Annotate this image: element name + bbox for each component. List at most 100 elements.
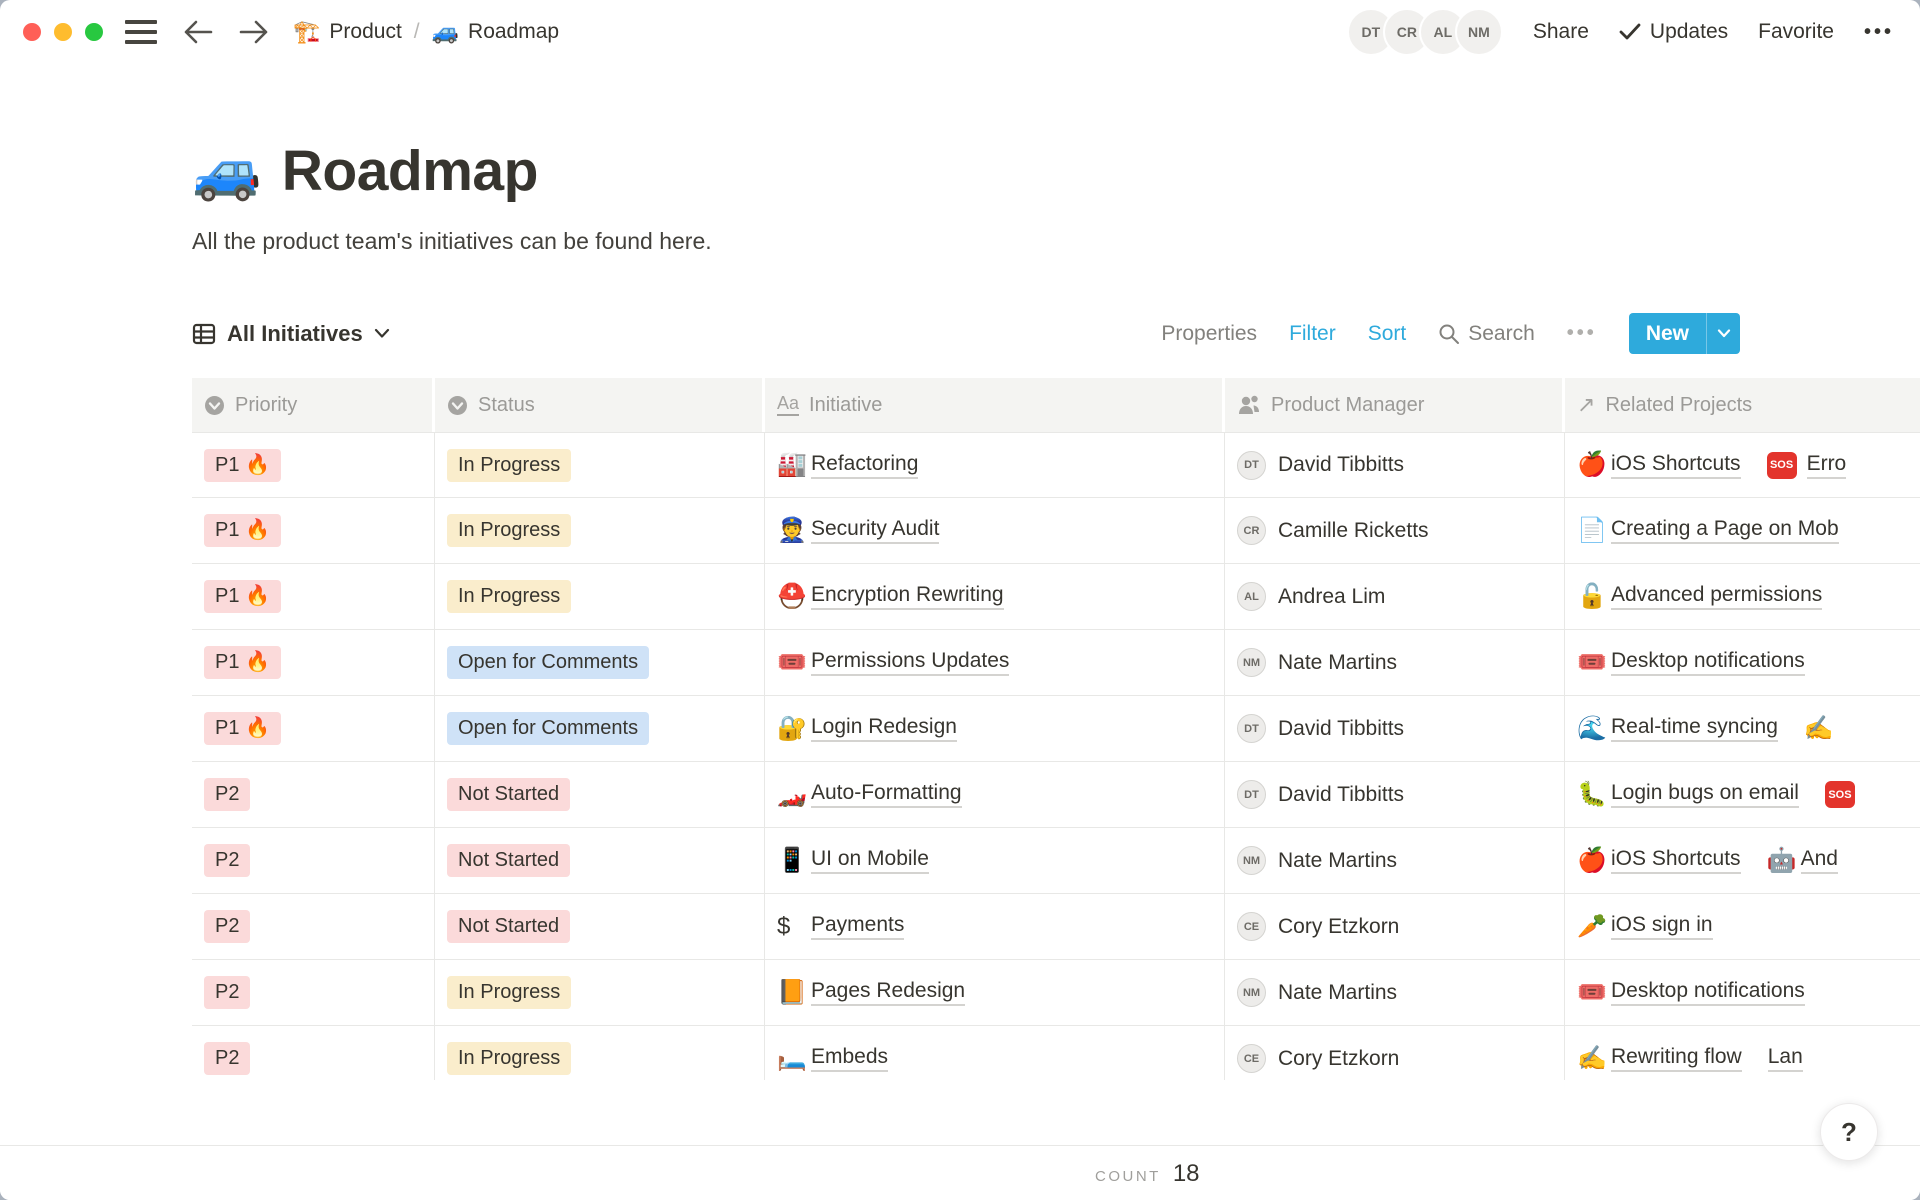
related-project-link[interactable]: iOS Shortcuts bbox=[1611, 847, 1741, 874]
related-project-link[interactable]: Lan bbox=[1768, 1045, 1803, 1072]
cell-related-projects[interactable]: 🎟️Desktop notifications bbox=[1565, 630, 1920, 695]
cell-initiative[interactable]: 🎟️Permissions Updates bbox=[765, 630, 1225, 695]
cell-related-projects[interactable]: 🥕iOS sign in bbox=[1565, 894, 1920, 959]
priority-tag[interactable]: P2 bbox=[204, 1042, 250, 1075]
cell-priority[interactable]: P1 🔥 bbox=[192, 630, 435, 695]
cell-initiative[interactable]: 🏎️Auto-Formatting bbox=[765, 762, 1225, 827]
related-project-item[interactable]: ✍️ bbox=[1804, 717, 1838, 741]
priority-tag[interactable]: P1 🔥 bbox=[204, 646, 281, 679]
status-tag[interactable]: In Progress bbox=[447, 1042, 571, 1075]
cell-status[interactable]: In Progress bbox=[435, 564, 765, 629]
initiative-page-link[interactable]: Auto-Formatting bbox=[811, 781, 962, 808]
related-project-link[interactable]: iOS sign in bbox=[1611, 913, 1713, 940]
count-aggregate[interactable]: COUNT 18 bbox=[1095, 1160, 1200, 1188]
more-options-icon[interactable]: ••• bbox=[1864, 21, 1894, 44]
cell-related-projects[interactable]: 📄Creating a Page on Mob bbox=[1565, 498, 1920, 563]
initiative-page-link[interactable]: Embeds bbox=[811, 1045, 888, 1072]
related-project-link[interactable]: Creating a Page on Mob bbox=[1611, 517, 1839, 544]
cell-product-manager[interactable]: NMNate Martins bbox=[1225, 630, 1565, 695]
related-project-link[interactable]: Desktop notifications bbox=[1611, 979, 1805, 1006]
cell-status[interactable]: In Progress bbox=[435, 433, 765, 497]
breadcrumb-item-roadmap[interactable]: 🚙 Roadmap bbox=[432, 19, 559, 45]
initiative-page-link[interactable]: Refactoring bbox=[811, 452, 918, 479]
updates-button[interactable]: Updates bbox=[1619, 20, 1728, 44]
related-project-link[interactable]: Erro bbox=[1807, 452, 1847, 479]
column-header-status[interactable]: Status bbox=[435, 378, 765, 432]
share-button[interactable]: Share bbox=[1533, 20, 1589, 44]
cell-product-manager[interactable]: DTDavid Tibbitts bbox=[1225, 762, 1565, 827]
cell-status[interactable]: Open for Comments bbox=[435, 630, 765, 695]
column-header-related-projects[interactable]: ↗ Related Projects bbox=[1565, 378, 1920, 432]
initiative-page-link[interactable]: Payments bbox=[811, 913, 904, 940]
search-button[interactable]: Search bbox=[1438, 322, 1535, 346]
cell-related-projects[interactable]: 🍎iOS ShortcutsSOSErro bbox=[1565, 433, 1920, 497]
favorite-button[interactable]: Favorite bbox=[1758, 20, 1834, 44]
cell-initiative[interactable]: 🏭Refactoring bbox=[765, 433, 1225, 497]
status-tag[interactable]: In Progress bbox=[447, 449, 571, 482]
cell-status[interactable]: Not Started bbox=[435, 762, 765, 827]
related-project-link[interactable]: Rewriting flow bbox=[1611, 1045, 1742, 1072]
initiative-page-link[interactable]: Encryption Rewriting bbox=[811, 583, 1004, 610]
status-tag[interactable]: Not Started bbox=[447, 910, 570, 943]
view-more-icon[interactable]: ••• bbox=[1567, 322, 1597, 345]
cell-initiative[interactable]: ⛑️Encryption Rewriting bbox=[765, 564, 1225, 629]
related-project-link[interactable]: Login bugs on email bbox=[1611, 781, 1799, 808]
related-project-item[interactable]: 📄Creating a Page on Mob bbox=[1577, 517, 1839, 544]
column-header-product-manager[interactable]: Product Manager bbox=[1225, 378, 1565, 432]
status-tag[interactable]: Not Started bbox=[447, 844, 570, 877]
cell-priority[interactable]: P2 bbox=[192, 1026, 435, 1080]
priority-tag[interactable]: P2 bbox=[204, 844, 250, 877]
priority-tag[interactable]: P2 bbox=[204, 778, 250, 811]
cell-related-projects[interactable]: 🍎iOS Shortcuts🤖And bbox=[1565, 828, 1920, 893]
priority-tag[interactable]: P1 🔥 bbox=[204, 514, 281, 547]
related-project-item[interactable]: Lan bbox=[1768, 1045, 1803, 1072]
related-project-item[interactable]: ✍️Rewriting flow bbox=[1577, 1045, 1742, 1072]
related-project-item[interactable]: SOS bbox=[1825, 781, 1865, 808]
column-header-priority[interactable]: Priority bbox=[192, 378, 435, 432]
minimize-window-button[interactable] bbox=[54, 23, 72, 41]
cell-priority[interactable]: P2 bbox=[192, 960, 435, 1025]
cell-initiative[interactable]: $Payments bbox=[765, 894, 1225, 959]
cell-product-manager[interactable]: DTDavid Tibbitts bbox=[1225, 696, 1565, 761]
related-project-item[interactable]: 🤖And bbox=[1767, 847, 1838, 874]
cell-priority[interactable]: P1 🔥 bbox=[192, 433, 435, 497]
priority-tag[interactable]: P1 🔥 bbox=[204, 580, 281, 613]
status-tag[interactable]: In Progress bbox=[447, 976, 571, 1009]
status-tag[interactable]: Not Started bbox=[447, 778, 570, 811]
sort-button[interactable]: Sort bbox=[1368, 322, 1407, 346]
related-project-link[interactable]: And bbox=[1801, 847, 1838, 874]
initiative-page-link[interactable]: Login Redesign bbox=[811, 715, 957, 742]
cell-product-manager[interactable]: DTDavid Tibbitts bbox=[1225, 433, 1565, 497]
new-button-chevron-icon[interactable] bbox=[1706, 313, 1740, 354]
cell-product-manager[interactable]: CECory Etzkorn bbox=[1225, 894, 1565, 959]
related-project-link[interactable]: Advanced permissions bbox=[1611, 583, 1822, 610]
priority-tag[interactable]: P2 bbox=[204, 910, 250, 943]
back-arrow-icon[interactable] bbox=[183, 17, 213, 47]
initiative-page-link[interactable]: Security Audit bbox=[811, 517, 939, 544]
collaborator-avatars[interactable]: DTCRALNM bbox=[1347, 8, 1503, 56]
new-button[interactable]: New bbox=[1629, 313, 1740, 354]
forward-arrow-icon[interactable] bbox=[239, 17, 269, 47]
cell-related-projects[interactable]: ✍️Rewriting flow Lan bbox=[1565, 1026, 1920, 1080]
cell-product-manager[interactable]: CRCamille Ricketts bbox=[1225, 498, 1565, 563]
cell-initiative[interactable]: 🔐Login Redesign bbox=[765, 696, 1225, 761]
initiative-page-link[interactable]: Pages Redesign bbox=[811, 979, 965, 1006]
car-emoji-page-icon[interactable]: 🚙 bbox=[192, 143, 262, 199]
avatar[interactable]: NM bbox=[1455, 8, 1503, 56]
help-button[interactable]: ? bbox=[1820, 1103, 1878, 1161]
cell-status[interactable]: Not Started bbox=[435, 828, 765, 893]
cell-priority[interactable]: P1 🔥 bbox=[192, 696, 435, 761]
cell-related-projects[interactable]: 🎟️Desktop notifications bbox=[1565, 960, 1920, 1025]
new-button-label[interactable]: New bbox=[1629, 313, 1706, 354]
cell-initiative[interactable]: 🛏️Embeds bbox=[765, 1026, 1225, 1080]
cell-status[interactable]: In Progress bbox=[435, 498, 765, 563]
related-project-link[interactable]: Desktop notifications bbox=[1611, 649, 1805, 676]
view-switcher[interactable]: All Initiatives bbox=[192, 321, 390, 347]
related-project-item[interactable]: 🔓Advanced permissions bbox=[1577, 583, 1822, 610]
initiative-page-link[interactable]: UI on Mobile bbox=[811, 847, 929, 874]
cell-related-projects[interactable]: 🐛Login bugs on emailSOS bbox=[1565, 762, 1920, 827]
sidebar-menu-icon[interactable] bbox=[125, 20, 157, 44]
cell-product-manager[interactable]: NMNate Martins bbox=[1225, 960, 1565, 1025]
cell-initiative[interactable]: 📙Pages Redesign bbox=[765, 960, 1225, 1025]
priority-tag[interactable]: P1 🔥 bbox=[204, 449, 281, 482]
